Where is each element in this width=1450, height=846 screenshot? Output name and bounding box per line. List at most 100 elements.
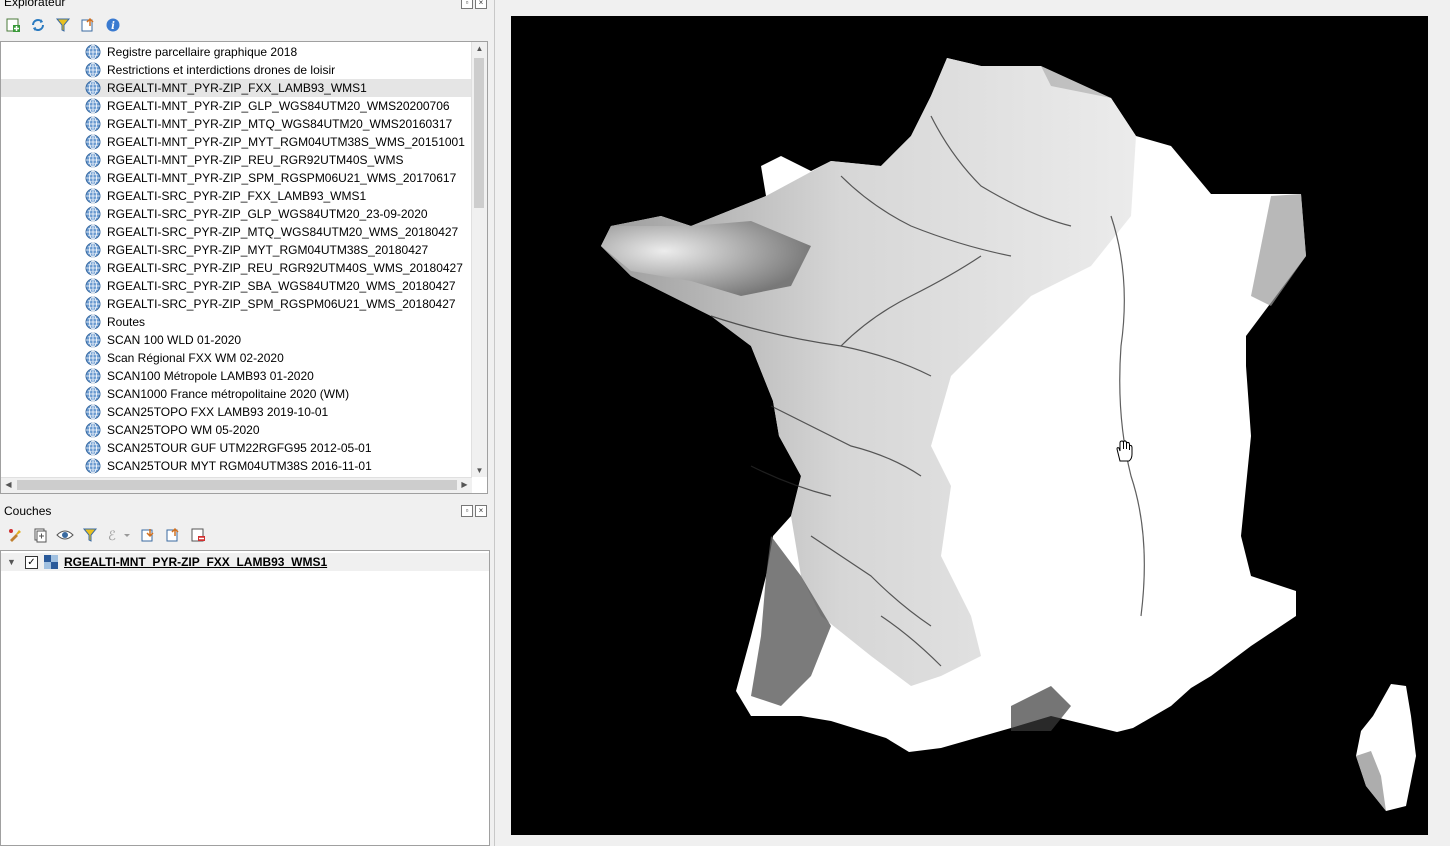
explorer-item-label: Routes (107, 315, 146, 329)
explorer-item-label: RGEALTI-MNT_PYR-ZIP_FXX_LAMB93_WMS1 (107, 81, 367, 95)
float-panel-icon[interactable]: ▫ (461, 505, 473, 517)
layer-visibility-checkbox[interactable]: ✓ (25, 555, 38, 569)
explorer-toolbar: i (4, 16, 122, 34)
globe-icon (85, 98, 101, 114)
explorer-tree-item[interactable]: RGEALTI-MNT_PYR-ZIP_GLP_WGS84UTM20_WMS20… (1, 97, 471, 115)
globe-icon (85, 224, 101, 240)
explorer-tree-item[interactable]: RGEALTI-SRC_PYR-ZIP_SPM_RGSPM06U21_WMS_2… (1, 295, 471, 313)
explorer-tree-item[interactable]: SCAN25TOPO WM 05-2020 (1, 421, 471, 439)
layers-dock-controls: ▫ × (461, 505, 487, 517)
explorer-tree-item[interactable]: Registre parcellaire graphique 2018 (1, 43, 471, 61)
refresh-icon[interactable] (29, 16, 47, 34)
explorer-tree-item[interactable]: RGEALTI-MNT_PYR-ZIP_REU_RGR92UTM40S_WMS (1, 151, 471, 169)
close-panel-icon[interactable]: × (475, 505, 487, 517)
explorer-tree-item[interactable]: Restrictions et interdictions drones de … (1, 61, 471, 79)
explorer-tree-item[interactable]: SCAN 100 WLD 01-2020 (1, 331, 471, 349)
collapse-all-icon[interactable] (79, 16, 97, 34)
globe-icon (85, 440, 101, 456)
scroll-down-icon[interactable]: ▼ (472, 466, 487, 475)
globe-icon (85, 242, 101, 258)
svg-text:i: i (111, 21, 115, 32)
close-panel-icon[interactable]: × (475, 0, 487, 9)
explorer-tree-item[interactable]: SCAN25TOPO FXX LAMB93 2019-10-01 (1, 403, 471, 421)
globe-icon (85, 134, 101, 150)
globe-icon (85, 404, 101, 420)
globe-icon (85, 350, 101, 366)
explorer-tree-item[interactable]: RGEALTI-MNT_PYR-ZIP_FXX_LAMB93_WMS1 (1, 79, 471, 97)
globe-icon (85, 260, 101, 276)
explorer-tree-item[interactable]: SCAN25TOUR MYT RGM04UTM38S 2016-11-01 (1, 457, 471, 475)
globe-icon (85, 116, 101, 132)
explorer-tree-item[interactable]: Scan Régional FXX WM 02-2020 (1, 349, 471, 367)
globe-icon (85, 62, 101, 78)
globe-icon (85, 458, 101, 474)
explorer-item-label: Scan Régional FXX WM 02-2020 (107, 351, 284, 365)
raster-layer-icon (44, 555, 58, 569)
layers-tree[interactable]: ▼ ✓ RGEALTI-MNT_PYR-ZIP_FXX_LAMB93_WMS1 (0, 550, 490, 846)
explorer-tree-item[interactable]: RGEALTI-MNT_PYR-ZIP_MTQ_WGS84UTM20_WMS20… (1, 115, 471, 133)
add-layer-icon[interactable] (4, 16, 22, 34)
explorer-item-label: RGEALTI-SRC_PYR-ZIP_REU_RGR92UTM40S_WMS_… (107, 261, 463, 275)
panel-splitter[interactable] (0, 496, 490, 500)
explorer-tree-item[interactable]: SCAN25TOUR GUF UTM22RGFG95 2012-05-01 (1, 439, 471, 457)
svg-text:ℰ: ℰ (108, 529, 116, 543)
pan-hand-icon (1115, 440, 1133, 465)
scroll-up-icon[interactable]: ▲ (472, 44, 487, 53)
explorer-item-label: SCAN25TOPO WM 05-2020 (107, 423, 260, 437)
explorer-item-label: SCAN25TOPO FXX LAMB93 2019-10-01 (107, 405, 329, 419)
explorer-item-label: SCAN25TOUR MYT RGM04UTM38S 2016-11-01 (107, 459, 372, 473)
explorer-item-label: RGEALTI-SRC_PYR-ZIP_MYT_RGM04UTM38S_2018… (107, 243, 429, 257)
remove-layer-icon[interactable] (189, 526, 207, 544)
explorer-horizontal-scrollbar[interactable]: ◀ ▶ (1, 477, 472, 493)
float-panel-icon[interactable]: ▫ (461, 0, 473, 9)
layers-panel-title: Couches (4, 504, 52, 518)
globe-icon (85, 386, 101, 402)
explorer-tree-item[interactable]: SCAN1000 France métropolitaine 2020 (WM) (1, 385, 471, 403)
explorer-tree-item[interactable]: SCAN100 Métropole LAMB93 01-2020 (1, 367, 471, 385)
explorer-tree-list: Registre parcellaire graphique 2018 Restr… (1, 43, 471, 477)
chevron-down-icon[interactable]: ▼ (7, 557, 17, 567)
filter-icon[interactable] (81, 526, 99, 544)
collapse-all-icon[interactable] (164, 526, 182, 544)
scroll-right-icon[interactable]: ▶ (457, 480, 472, 489)
globe-icon (85, 314, 101, 330)
explorer-tree-item[interactable]: RGEALTI-SRC_PYR-ZIP_SBA_WGS84UTM20_WMS_2… (1, 277, 471, 295)
explorer-tree-item[interactable]: RGEALTI-MNT_PYR-ZIP_MYT_RGM04UTM38S_WMS_… (1, 133, 471, 151)
globe-icon (85, 296, 101, 312)
globe-icon (85, 206, 101, 222)
explorer-item-label: SCAN1000 France métropolitaine 2020 (WM) (107, 387, 350, 401)
globe-icon (85, 170, 101, 186)
explorer-tree-item[interactable]: RGEALTI-MNT_PYR-ZIP_SPM_RGSPM06U21_WMS_2… (1, 169, 471, 187)
explorer-tree-item[interactable]: RGEALTI-SRC_PYR-ZIP_MYT_RGM04UTM38S_2018… (1, 241, 471, 259)
info-icon[interactable]: i (104, 16, 122, 34)
explorer-tree-item[interactable]: RGEALTI-SRC_PYR-ZIP_REU_RGR92UTM40S_WMS_… (1, 259, 471, 277)
explorer-item-label: RGEALTI-SRC_PYR-ZIP_GLP_WGS84UTM20_23-09… (107, 207, 428, 221)
explorer-dock-controls: ▫ × (461, 0, 487, 9)
globe-icon (85, 332, 101, 348)
globe-icon (85, 44, 101, 60)
expand-all-icon[interactable] (139, 526, 157, 544)
explorer-tree[interactable]: Registre parcellaire graphique 2018 Restr… (0, 41, 488, 494)
explorer-tree-item[interactable]: RGEALTI-SRC_PYR-ZIP_FXX_LAMB93_WMS1 (1, 187, 471, 205)
globe-icon (85, 188, 101, 204)
explorer-tree-item[interactable]: RGEALTI-SRC_PYR-ZIP_GLP_WGS84UTM20_23-09… (1, 205, 471, 223)
globe-icon (85, 368, 101, 384)
explorer-tree-item[interactable]: RGEALTI-SRC_PYR-ZIP_MTQ_WGS84UTM20_WMS_2… (1, 223, 471, 241)
add-group-icon[interactable] (31, 526, 49, 544)
expression-icon[interactable]: ℰ (106, 526, 132, 544)
filter-icon[interactable] (54, 16, 72, 34)
explorer-tree-item[interactable]: Routes (1, 313, 471, 331)
style-icon[interactable] (6, 526, 24, 544)
map-canvas[interactable] (511, 16, 1428, 835)
scrollbar-thumb[interactable] (17, 480, 457, 490)
globe-icon (85, 152, 101, 168)
layer-row[interactable]: ▼ ✓ RGEALTI-MNT_PYR-ZIP_FXX_LAMB93_WMS1 (1, 553, 489, 571)
explorer-panel-title: Explorateur (4, 0, 66, 9)
scroll-left-icon[interactable]: ◀ (1, 480, 16, 489)
explorer-vertical-scrollbar[interactable]: ▲ ▼ (471, 42, 487, 477)
explorer-item-label: RGEALTI-MNT_PYR-ZIP_REU_RGR92UTM40S_WMS (107, 153, 404, 167)
scrollbar-thumb[interactable] (474, 58, 484, 208)
visibility-icon[interactable] (56, 526, 74, 544)
explorer-item-label: RGEALTI-SRC_PYR-ZIP_SBA_WGS84UTM20_WMS_2… (107, 279, 456, 293)
elevation-raster (601, 58, 1416, 811)
